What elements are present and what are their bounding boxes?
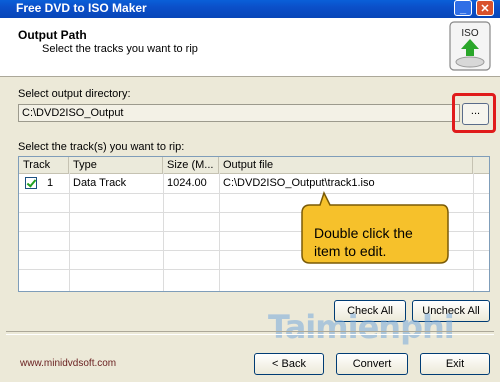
grid-column-line — [163, 173, 164, 291]
footer-divider — [6, 331, 494, 335]
column-header-size[interactable]: Size (M... — [163, 157, 219, 173]
iso-disc-icon: ISO — [449, 21, 491, 71]
watermark: Taimienphi — [268, 308, 455, 346]
close-button[interactable]: ✕ — [476, 0, 494, 16]
column-header-spacer — [473, 157, 489, 173]
tracks-label: Select the track(s) you want to rip: — [18, 141, 185, 153]
track-type: Data Track — [73, 177, 127, 189]
page-subtitle: Select the tracks you want to rip — [42, 43, 198, 55]
output-directory-field[interactable]: C:\DVD2ISO_Output — [18, 104, 460, 122]
back-button[interactable]: < Back — [254, 353, 324, 375]
column-header-output-file[interactable]: Output file — [219, 157, 473, 173]
iso-icon-label: ISO — [461, 28, 478, 39]
grid-column-line — [219, 173, 220, 291]
tooltip-line-1: Double click the — [314, 225, 413, 241]
track-number: 1 — [47, 177, 54, 189]
tooltip-line-2: item to edit. — [314, 243, 387, 259]
wizard-header: Output Path Select the tracks you want t… — [0, 18, 500, 77]
highlight-annotation — [452, 93, 496, 133]
tooltip-text: Double click the item to edit. — [300, 224, 450, 260]
title-bar[interactable]: Free DVD to ISO Maker _ ✕ — [0, 0, 500, 18]
convert-button[interactable]: Convert — [336, 353, 408, 375]
page-title: Output Path — [18, 28, 87, 42]
track-size: 1024.00 — [167, 177, 207, 189]
grid-line — [19, 269, 489, 270]
table-header: Track Type Size (M... Output file — [19, 157, 489, 174]
footer-website-link[interactable]: www.minidvdsoft.com — [20, 358, 116, 369]
output-directory-label: Select output directory: — [18, 88, 131, 100]
minimize-button[interactable]: _ — [454, 0, 472, 16]
window-title: Free DVD to ISO Maker — [16, 1, 147, 15]
column-header-type[interactable]: Type — [69, 157, 163, 173]
exit-button[interactable]: Exit — [420, 353, 490, 375]
track-checkbox[interactable] — [25, 177, 37, 189]
grid-column-line — [473, 173, 474, 291]
grid-column-line — [69, 173, 70, 291]
column-header-track[interactable]: Track — [19, 157, 69, 173]
app-window: Free DVD to ISO Maker _ ✕ Output Path Se… — [0, 0, 500, 382]
